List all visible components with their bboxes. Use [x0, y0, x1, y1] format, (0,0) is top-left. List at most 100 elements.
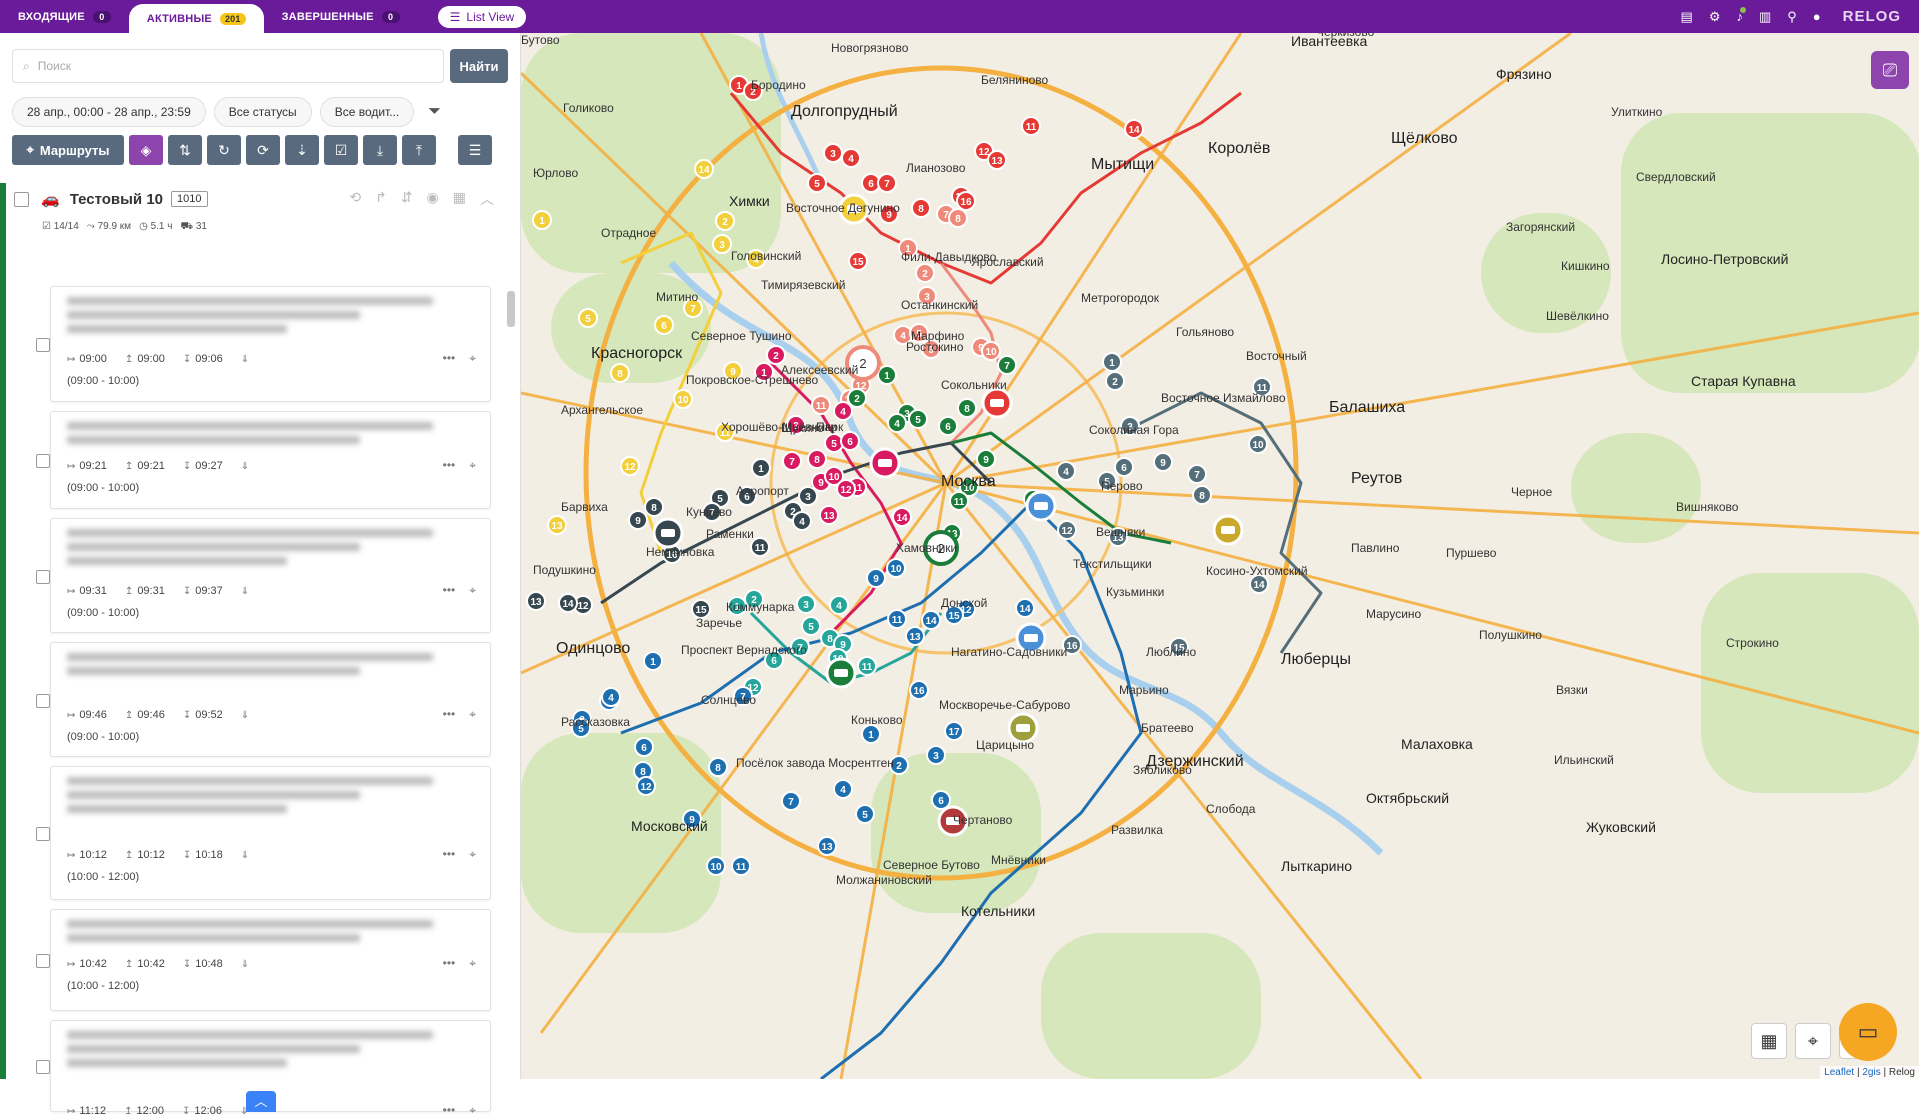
start-time: ↥ 09:00: [125, 353, 165, 365]
tab-incoming-count: 0: [92, 10, 111, 23]
route-header[interactable]: 🚗 Тестовый 10 1010 ⟲ ↱ ⇵ ◉ ▦ ︿: [14, 183, 504, 215]
user-icon[interactable]: ●: [1813, 9, 1821, 24]
status-filter[interactable]: Все статусы: [213, 97, 312, 127]
route-name: Тестовый 10: [69, 190, 164, 208]
leaflet-link[interactable]: Leaflet: [1824, 1067, 1854, 1078]
recalc-icon[interactable]: ⟳: [246, 135, 280, 165]
pin-icon[interactable]: ⌖: [469, 707, 476, 722]
stop-marker-label: 4: [1063, 467, 1069, 478]
map[interactable]: 1234567891011121314151612345678910111213…: [521, 33, 1919, 1079]
pin-icon[interactable]: ⌖: [469, 956, 476, 971]
route-icon[interactable]: ⚲: [1787, 9, 1797, 25]
stop-marker-label: 1: [868, 730, 874, 741]
brand-logo: RELOG: [1842, 8, 1901, 25]
stop-card[interactable]: ↦ 09:46 ↥ 09:46 ↧ 09:52 ⇓ (09:00 - 10:00) ••• ⌖: [36, 642, 491, 757]
filter-row: 28 апр., 00:00 - 28 апр., 23:59 Все стат…: [12, 97, 441, 127]
tab-active[interactable]: АКТИВНЫЕ 201: [128, 4, 264, 33]
filter-icon[interactable]: ⏷: [428, 103, 441, 121]
stop-card[interactable]: ↦ 09:00 ↥ 09:00 ↧ 09:06 ⇓ (09:00 - 10:00) ••• ⌖: [36, 286, 491, 402]
upload-icon[interactable]: ⤒: [402, 135, 436, 165]
stop-checkbox[interactable]: [36, 569, 50, 584]
route-color-strip: [0, 183, 6, 1079]
stop-marker-label: 6: [1121, 463, 1127, 474]
routes-button[interactable]: ⌖ Маршруты: [12, 135, 124, 165]
eye-icon[interactable]: ◉: [427, 189, 439, 209]
scrollbar[interactable]: [507, 291, 515, 327]
items-value: 31: [195, 221, 207, 232]
stop-marker-label: 2: [773, 351, 779, 362]
list-view-button[interactable]: ☰ List View: [437, 5, 527, 28]
document-icon[interactable]: ▤: [1681, 9, 1693, 25]
collapse-icon[interactable]: ︿: [480, 189, 494, 209]
reorder-icon[interactable]: ⇵: [401, 189, 413, 209]
driver-filter[interactable]: Все водит...: [319, 97, 415, 127]
more-icon[interactable]: •••: [443, 956, 456, 971]
more-icon[interactable]: •••: [443, 1103, 456, 1118]
more-icon[interactable]: •••: [443, 351, 456, 366]
sort-icon[interactable]: ⇅: [168, 135, 202, 165]
pin-icon[interactable]: ⌖: [469, 583, 476, 598]
tab-incoming[interactable]: ВХОДЯЩИЕ 0: [0, 0, 129, 33]
pin-icon[interactable]: ⌖: [469, 1103, 476, 1118]
stop-checkbox[interactable]: [36, 454, 50, 468]
location-pin-icon[interactable]: ⌖: [1795, 1023, 1831, 1059]
bell-icon[interactable]: ♪: [1736, 7, 1746, 24]
blurred-address: [67, 1031, 474, 1071]
place-label: Строкино: [1726, 636, 1779, 650]
place-label: Красногорск: [591, 345, 683, 362]
optimize-icon[interactable]: ◈: [129, 135, 163, 165]
gis-link[interactable]: 2gis: [1862, 1067, 1880, 1078]
more-icon[interactable]: •••: [443, 847, 456, 862]
more-icon[interactable]: •••: [443, 583, 456, 598]
stop-actions: ••• ⌖: [443, 583, 476, 598]
stop-checkbox[interactable]: [36, 1060, 50, 1074]
stop-checkbox[interactable]: [36, 338, 50, 352]
calculator-icon[interactable]: ▦: [1751, 1023, 1787, 1059]
more-icon[interactable]: •••: [443, 458, 456, 473]
list-settings-icon[interactable]: ☰: [458, 135, 492, 165]
stop-marker-label: 12: [1061, 526, 1073, 537]
place-label: Черное: [1511, 485, 1553, 499]
sync-icon[interactable]: ⟲: [349, 189, 361, 209]
refresh-icon[interactable]: ↻: [207, 135, 241, 165]
place-label: Коньково: [851, 713, 903, 727]
stop-checkbox[interactable]: [36, 827, 50, 841]
route-checkbox[interactable]: [14, 191, 29, 207]
sort-az-icon[interactable]: ⇣: [285, 135, 319, 165]
more-icon[interactable]: •••: [443, 707, 456, 722]
stop-card[interactable]: ↦ 09:21 ↥ 09:21 ↧ 09:27 ⇓ (09:00 - 10:00) ••• ⌖: [36, 411, 491, 509]
checklist-icon[interactable]: ☑: [324, 135, 358, 165]
start-time: ↥ 10:12: [125, 849, 165, 861]
stop-marker-label: 17: [948, 727, 960, 738]
pin-icon[interactable]: ⌖: [469, 351, 476, 366]
stop-marker-label: 8: [715, 763, 721, 774]
scroll-up-button[interactable]: ︿: [246, 1091, 276, 1112]
print-icon[interactable]: ▦: [453, 189, 466, 209]
stop-checkbox[interactable]: [36, 693, 50, 708]
stop-marker-label: 13: [551, 521, 563, 532]
place-label: Заречье: [696, 616, 743, 630]
turn-icon[interactable]: ↱: [375, 189, 387, 209]
search-button[interactable]: Найти: [450, 49, 508, 83]
car-icon: [1221, 526, 1235, 534]
pin-icon[interactable]: ⌖: [469, 847, 476, 862]
stop-checkbox[interactable]: [36, 954, 50, 968]
tab-completed[interactable]: ЗАВЕРШЕННЫЕ 0: [264, 0, 418, 33]
car-icon: [1034, 502, 1048, 510]
download-icon[interactable]: ⤓: [363, 135, 397, 165]
chart-icon[interactable]: ▥: [1759, 9, 1771, 25]
place-label: Кишкино: [1561, 259, 1610, 273]
place-label: Павлино: [1351, 541, 1400, 555]
search-input[interactable]: ⌕ Поиск: [12, 49, 444, 83]
stop-marker-label: 3: [830, 149, 836, 160]
top-right-toolbar: ▤ ⚙ ♪ ▥ ⚲ ● RELOG: [1681, 0, 1919, 33]
gear-icon[interactable]: ⚙: [1709, 9, 1721, 25]
chat-icon[interactable]: ▭: [1839, 1003, 1897, 1061]
stop-card[interactable]: ↦ 10:12 ↥ 10:12 ↧ 10:18 ⇓ (10:00 - 12:00) ••• ⌖: [36, 766, 491, 900]
date-range-filter[interactable]: 28 апр., 00:00 - 28 апр., 23:59: [12, 97, 206, 127]
stop-card[interactable]: ↦ 09:31 ↥ 09:31 ↧ 09:37 ⇓ (09:00 - 10:00) ••• ⌖: [36, 518, 491, 633]
stop-card[interactable]: ↦ 10:42 ↥ 10:42 ↧ 10:48 ⇓ (10:00 - 12:00) ••• ⌖: [36, 909, 491, 1011]
presentation-icon[interactable]: ⎚: [1871, 51, 1909, 89]
pin-icon[interactable]: ⌖: [469, 458, 476, 473]
stop-times: ↦ 09:46 ↥ 09:46 ↧ 09:52 ⇓: [67, 709, 249, 721]
